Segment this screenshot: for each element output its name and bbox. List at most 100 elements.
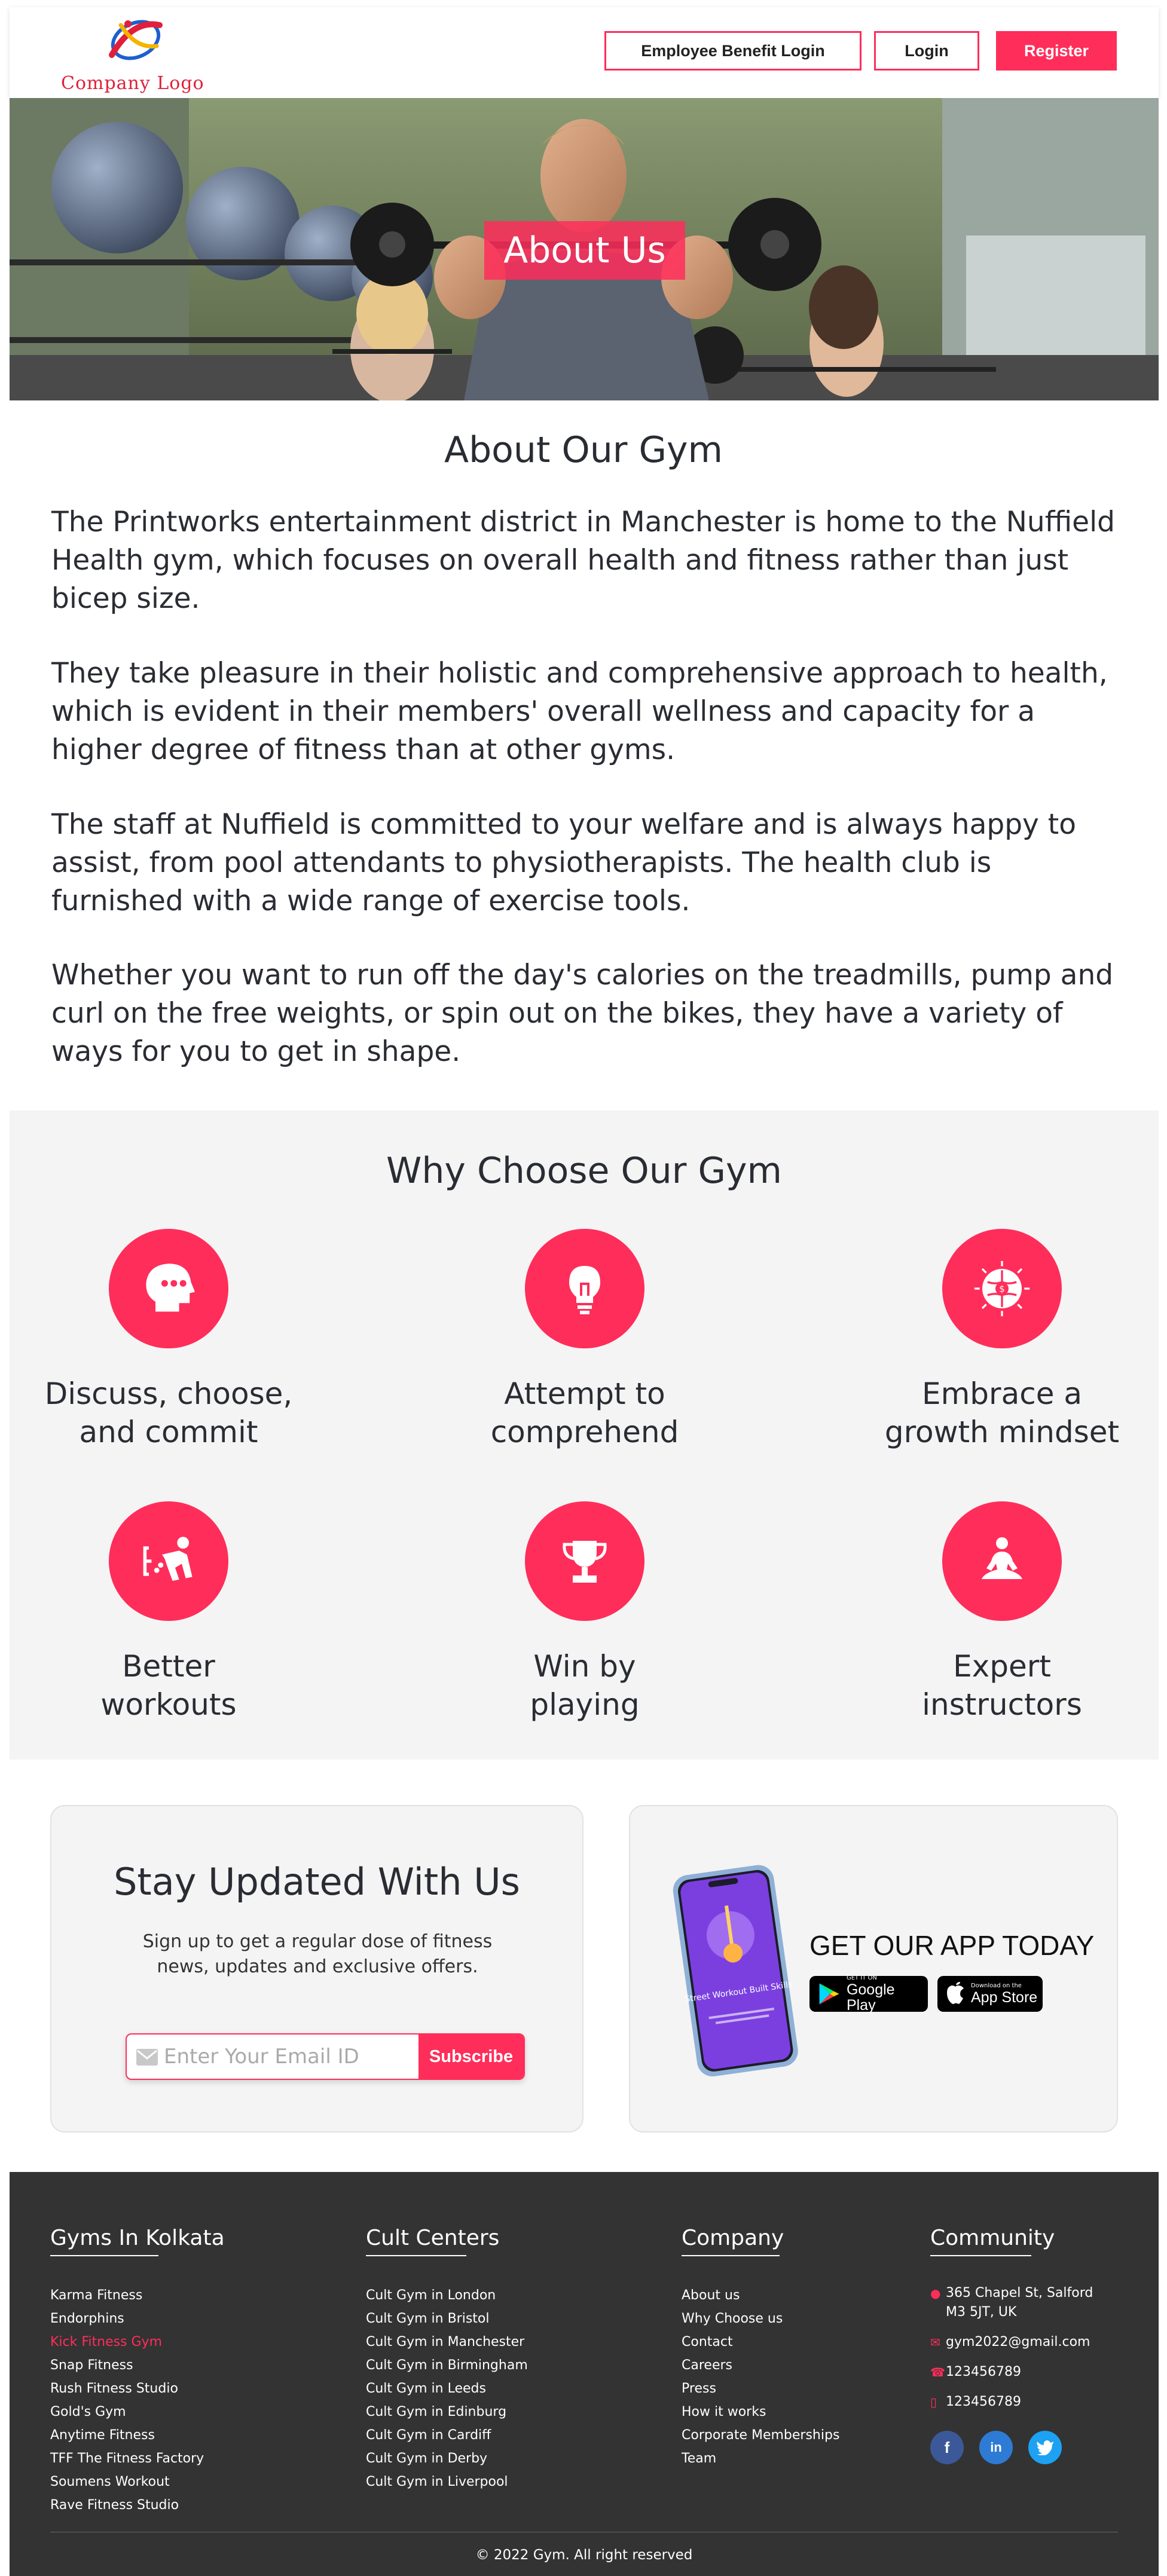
footer-heading: Community xyxy=(930,2226,1093,2256)
footer-link[interactable]: Cult Gym in Derby xyxy=(366,2447,528,2470)
feature-expert-instructors: Expert instructors xyxy=(847,1501,1157,1724)
about-paragraph-3: The staff at Nuffield is committed to yo… xyxy=(51,808,1076,917)
twitter-icon[interactable] xyxy=(1028,2431,1062,2464)
footer-link[interactable]: Cult Gym in London xyxy=(366,2284,528,2307)
newsletter-card: Stay Updated With Us Sign up to get a re… xyxy=(50,1805,584,2133)
phone-mockup-image: Street Workout Built Skills xyxy=(673,1865,798,2077)
subscribe-button[interactable]: Subscribe xyxy=(418,2035,524,2079)
footer-link[interactable]: Rave Fitness Studio xyxy=(50,2494,225,2517)
feature-discuss: Discuss, choose, and commit xyxy=(13,1229,324,1451)
footer-link[interactable]: How it works xyxy=(682,2400,839,2424)
footer-link[interactable]: Corporate Memberships xyxy=(682,2424,839,2447)
footer-link[interactable]: Cult Gym in Birmingham xyxy=(366,2354,528,2377)
footer-link[interactable]: Cult Gym in Bristol xyxy=(366,2307,528,2330)
footer-link[interactable]: Cult Gym in Leeds xyxy=(366,2377,528,2400)
whatsapp-number: 123456789 xyxy=(946,2364,1021,2379)
footer-link[interactable]: TFF The Fitness Factory xyxy=(50,2447,225,2470)
feature-label-line2: comprehend xyxy=(490,1415,679,1449)
hero-banner: About Us xyxy=(10,98,1159,400)
footer-link[interactable]: Cult Gym in Edinburg xyxy=(366,2400,528,2424)
newsletter-subtext: Sign up to get a regular dose of fitness… xyxy=(142,1931,493,1977)
contact-email[interactable]: ✉ gym2022@gmail.com xyxy=(930,2333,1093,2352)
footer-link[interactable]: Press xyxy=(682,2377,839,2400)
footer-link-active[interactable]: Kick Fitness Gym xyxy=(50,2330,225,2354)
company-logo[interactable]: Company Logo xyxy=(49,13,228,97)
newsletter-form: Subscribe xyxy=(126,2033,525,2080)
feature-label-line1: Expert xyxy=(953,1649,1051,1684)
email-input[interactable] xyxy=(164,2035,415,2079)
app-store-badge[interactable]: Download on the App Store xyxy=(937,1976,1043,2012)
logo-text: Company Logo xyxy=(61,73,204,94)
feature-label-line2: workouts xyxy=(100,1687,237,1722)
google-play-label: Google Play xyxy=(846,1981,895,2014)
footer-column-cult-centers: Cult Centers Cult Gym in London Cult Gym… xyxy=(366,2226,528,2494)
trophy-icon xyxy=(525,1501,644,1621)
svg-text:$: $ xyxy=(999,1284,1005,1295)
footer-link[interactable]: Cult Gym in Liverpool xyxy=(366,2470,528,2494)
site-footer: Gyms In Kolkata Karma Fitness Endorphins… xyxy=(10,2172,1159,2576)
feature-better-workouts: Better workouts xyxy=(13,1501,324,1724)
footer-link[interactable]: Why Choose us xyxy=(682,2307,839,2330)
app-card: Street Workout Built Skills GET OUR APP … xyxy=(629,1805,1118,2133)
footer-link[interactable]: Team xyxy=(682,2447,839,2470)
register-button[interactable]: Register xyxy=(996,31,1117,71)
whatsapp-icon: ☎ xyxy=(930,2365,945,2379)
feature-label-line1: Embrace a xyxy=(921,1376,1083,1411)
contact-phone[interactable]: ▯ 123456789 xyxy=(930,2393,1093,2412)
footer-column-company: Company About us Why Choose us Contact C… xyxy=(682,2226,839,2470)
feature-comprehend: Attempt to comprehend xyxy=(429,1229,740,1451)
address: ● 365 Chapel St, Salford M3 5JT, UK xyxy=(930,2284,1093,2322)
feature-label-line2: instructors xyxy=(922,1687,1082,1722)
footer-link[interactable]: Soumens Workout xyxy=(50,2470,225,2494)
email-text: gym2022@gmail.com xyxy=(946,2335,1090,2349)
footer-column-community: Community ● 365 Chapel St, Salford M3 5JT… xyxy=(930,2226,1093,2464)
about-paragraph-1: The Printworks entertainment district in… xyxy=(51,506,1115,615)
footer-link[interactable]: Contact xyxy=(682,2330,839,2354)
meditation-icon xyxy=(942,1501,1062,1621)
why-heading: Why Choose Our Gym xyxy=(386,1150,782,1192)
apple-icon xyxy=(947,1982,964,2004)
linkedin-icon[interactable]: in xyxy=(979,2431,1013,2464)
feature-growth-mindset: $ Embrace a growth mindset xyxy=(847,1229,1157,1451)
footer-link[interactable]: Rush Fitness Studio xyxy=(50,2377,225,2400)
footer-link[interactable]: Anytime Fitness xyxy=(50,2424,225,2447)
feature-win-by-playing: Win by playing xyxy=(429,1501,740,1724)
feature-label-line1: Attempt to xyxy=(504,1376,665,1411)
footer-link[interactable]: Cult Gym in Manchester xyxy=(366,2330,528,2354)
about-heading: About Our Gym xyxy=(444,429,723,471)
feature-label-line2: growth mindset xyxy=(884,1415,1120,1449)
contact-whatsapp[interactable]: ☎ 123456789 xyxy=(930,2363,1093,2382)
footer-link[interactable]: Endorphins xyxy=(50,2307,225,2330)
workout-icon xyxy=(109,1501,228,1621)
footer-link[interactable]: Karma Fitness xyxy=(50,2284,225,2307)
feature-label-line1: Discuss, choose, xyxy=(44,1376,293,1411)
location-pin-icon: ● xyxy=(930,2286,941,2300)
footer-link[interactable]: About us xyxy=(682,2284,839,2307)
login-button[interactable]: Login xyxy=(874,31,979,71)
google-play-icon xyxy=(819,1983,839,2005)
footer-heading: Cult Centers xyxy=(366,2226,528,2256)
footer-link[interactable]: Cult Gym in Cardiff xyxy=(366,2424,528,2447)
footer-link[interactable]: Snap Fitness xyxy=(50,2354,225,2377)
lightbulb-icon xyxy=(525,1229,644,1348)
mail-icon: ✉ xyxy=(930,2335,940,2349)
envelope-icon xyxy=(136,2049,158,2066)
employee-benefit-login-button[interactable]: Employee Benefit Login xyxy=(604,31,861,71)
logo-swoosh-icon xyxy=(109,20,163,60)
mobile-phone-icon: ▯ xyxy=(930,2395,937,2409)
footer-column-gyms: Gyms In Kolkata Karma Fitness Endorphins… xyxy=(50,2226,225,2517)
app-store-label: App Store xyxy=(971,1989,1038,2006)
facebook-icon[interactable]: f xyxy=(930,2431,964,2464)
footer-heading: Company xyxy=(682,2226,839,2256)
phone-number: 123456789 xyxy=(946,2394,1021,2409)
footer-link[interactable]: Careers xyxy=(682,2354,839,2377)
about-paragraph-2: They take pleasure in their holistic and… xyxy=(51,657,1108,766)
feature-label-line1: Better xyxy=(122,1649,215,1684)
address-line-1: 365 Chapel St, Salford xyxy=(946,2286,1093,2300)
feature-label-line2: and commit xyxy=(79,1415,258,1449)
social-links: f in xyxy=(930,2431,1093,2464)
hero-title: About Us xyxy=(484,221,685,280)
google-play-badge[interactable]: GET IT ON Google Play xyxy=(809,1975,928,2014)
copyright-text: © 2022 Gym. All right reserved xyxy=(475,2547,693,2563)
footer-link[interactable]: Gold's Gym xyxy=(50,2400,225,2424)
